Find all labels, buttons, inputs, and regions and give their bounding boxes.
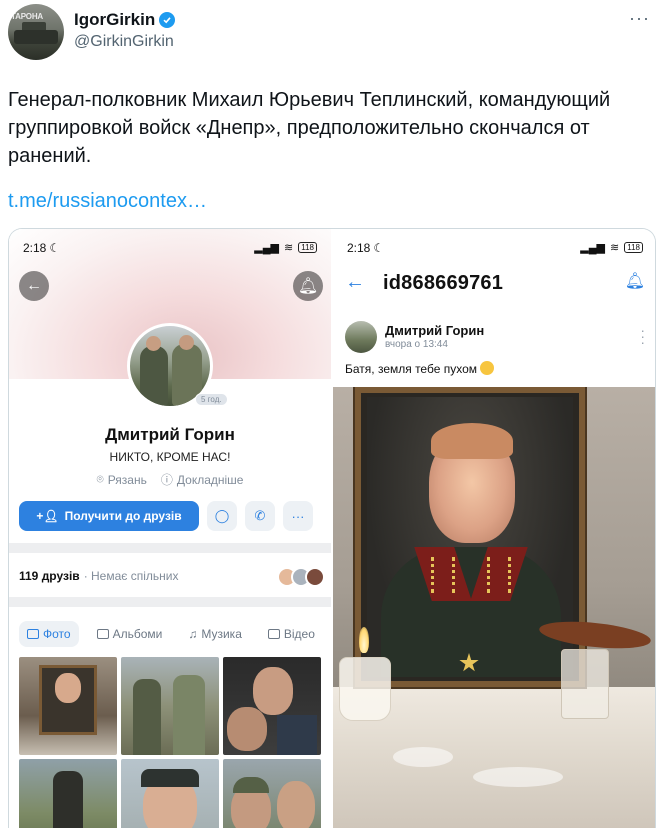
more-horizontal-icon: ··· <box>291 508 305 524</box>
video-icon <box>267 629 280 639</box>
bell-add-icon[interactable]: 🔔︎ <box>293 271 323 301</box>
profile-name: Дмитрий Горин <box>105 425 235 444</box>
wifi-icon: ≋ <box>610 242 620 254</box>
author-name-row[interactable]: IgorGirkin <box>74 10 176 30</box>
battery-icon: 118 <box>624 242 643 253</box>
online-badge: 5 год. <box>195 393 228 406</box>
tab-video[interactable]: Відео <box>260 621 323 647</box>
candle-flame <box>359 627 369 653</box>
add-friend-button[interactable]: +👤︎ Получити до друзів <box>19 501 199 531</box>
info-icon: ⓘ <box>160 473 173 487</box>
photo-grid <box>19 657 321 828</box>
avatar-tag: ТАРОНА <box>11 12 43 21</box>
location-pin-icon: ⌾ <box>96 472 104 486</box>
tweet-header: ТАРОНА IgorGirkin @GirkinGirkin ··· <box>8 4 654 60</box>
status-bar: 2:18 ☾ ▂▄▆ ≋ 118 <box>333 229 655 263</box>
more-horizontal-icon[interactable]: ··· <box>629 8 650 29</box>
divider <box>9 597 331 607</box>
tweet-text: Генерал-полковник Михаил Юрьевич Теплинс… <box>8 89 611 167</box>
light-reflection <box>473 767 563 787</box>
tab-label: Музика <box>201 627 242 641</box>
photo-thumbnail[interactable] <box>19 759 117 828</box>
tab-label: Альбоми <box>112 627 163 641</box>
friends-count: 119 друзів <box>19 569 80 583</box>
divider <box>9 543 331 553</box>
candle <box>339 657 391 721</box>
post-text-content: Батя, земля тебе пухом <box>345 362 478 376</box>
author-handle[interactable]: @GirkinGirkin <box>74 33 174 51</box>
battery-icon: 118 <box>298 242 317 253</box>
friend-avatar <box>305 567 325 587</box>
details-link[interactable]: ⓘ Докладніше <box>161 471 244 488</box>
photo-thumbnail[interactable] <box>121 657 219 755</box>
signal-icon: ▂▄▆ <box>254 242 280 254</box>
portrait <box>367 397 573 677</box>
photo-thumbnail[interactable] <box>223 759 321 828</box>
more-vertical-icon[interactable]: · · · <box>640 323 645 349</box>
phone-icon: ✆ <box>254 508 266 523</box>
call-button[interactable]: ✆ <box>245 501 275 531</box>
post-header-bar: ← id868669761 🔔︎ <box>333 265 655 305</box>
profile-status: НИКТО, КРОМЕ НАС! <box>109 450 231 464</box>
post-time: вчора о 13:44 <box>385 339 448 350</box>
location-text: Рязань <box>107 472 147 487</box>
right-screenshot[interactable]: 2:18 ☾ ▂▄▆ ≋ 118 ← id868669761 🔔︎ Дмитрий… <box>333 229 655 828</box>
tweet-link[interactable]: t.me/russianocontex… <box>8 190 207 213</box>
status-bar: 2:18 ☾ ▂▄▆ ≋ 118 <box>9 229 331 263</box>
post-photo[interactable] <box>333 387 655 828</box>
verified-badge-icon <box>159 12 176 28</box>
profile-actions: +👤︎ Получити до друзів ◯ ✆ ··· <box>19 501 325 531</box>
tweet-media[interactable]: 2:18 ☾ ▂▄▆ ≋ 118 ← 🔔︎ 5 год. Дмитрий Гори… <box>8 228 656 828</box>
post-text: Батя, земля тебе пухом <box>345 361 495 376</box>
tab-label: Фото <box>43 627 71 641</box>
tab-label: Відео <box>283 627 315 641</box>
photo-thumbnail[interactable] <box>223 657 321 755</box>
chat-icon: ◯ <box>214 508 230 523</box>
status-time: 2:18 <box>347 241 371 255</box>
crying-emoji-icon <box>480 361 495 375</box>
add-user-icon: +👤︎ <box>36 509 59 523</box>
post-author[interactable]: Дмитрий Горин <box>385 323 484 338</box>
message-button[interactable]: ◯ <box>207 501 237 531</box>
friend-avatars <box>277 567 325 587</box>
photo-portrait-frame <box>355 387 585 687</box>
page-id: id868669761 <box>383 272 504 294</box>
location: ⌾ Рязань <box>97 471 147 488</box>
music-icon: ♫ <box>188 627 198 641</box>
post-author-avatar[interactable] <box>345 321 377 353</box>
photo-thumbnail[interactable] <box>19 657 117 755</box>
author-avatar[interactable]: ТАРОНА <box>8 4 64 60</box>
left-screenshot[interactable]: 2:18 ☾ ▂▄▆ ≋ 118 ← 🔔︎ 5 год. Дмитрий Гори… <box>9 229 331 828</box>
tab-music[interactable]: ♫ Музика <box>180 621 250 647</box>
photo-icon <box>27 629 39 639</box>
add-friend-label: Получити до друзів <box>64 509 182 523</box>
more-button[interactable]: ··· <box>283 501 313 531</box>
moon-icon: ☾ <box>373 241 385 255</box>
back-arrow-icon[interactable]: ← <box>19 271 49 301</box>
author-name[interactable]: IgorGirkin <box>74 10 155 30</box>
details-text: Докладніше <box>176 472 244 487</box>
bell-add-icon[interactable]: 🔔︎ <box>625 271 645 291</box>
tab-albums[interactable]: Альбоми <box>89 621 171 647</box>
moon-icon: ☾ <box>49 241 61 255</box>
status-time: 2:18 <box>23 241 47 255</box>
glass <box>561 649 609 719</box>
signal-icon: ▂▄▆ <box>580 242 606 254</box>
wifi-icon: ≋ <box>284 242 294 254</box>
tab-photos[interactable]: Фото <box>19 621 79 647</box>
light-reflection <box>393 747 453 767</box>
friends-mutual: · Немає спільних <box>83 569 179 583</box>
profile-tabs: Фото Альбоми ♫ Музика Відео <box>19 619 331 649</box>
album-icon <box>96 629 109 639</box>
avatar-vehicle <box>14 30 58 44</box>
friends-row[interactable]: 119 друзів · Немає спільних <box>19 561 325 591</box>
back-arrow-icon[interactable]: ← <box>345 271 365 294</box>
photo-thumbnail[interactable] <box>121 759 219 828</box>
profile-meta: ⌾ Рязань ⓘ Докладніше <box>9 471 331 488</box>
